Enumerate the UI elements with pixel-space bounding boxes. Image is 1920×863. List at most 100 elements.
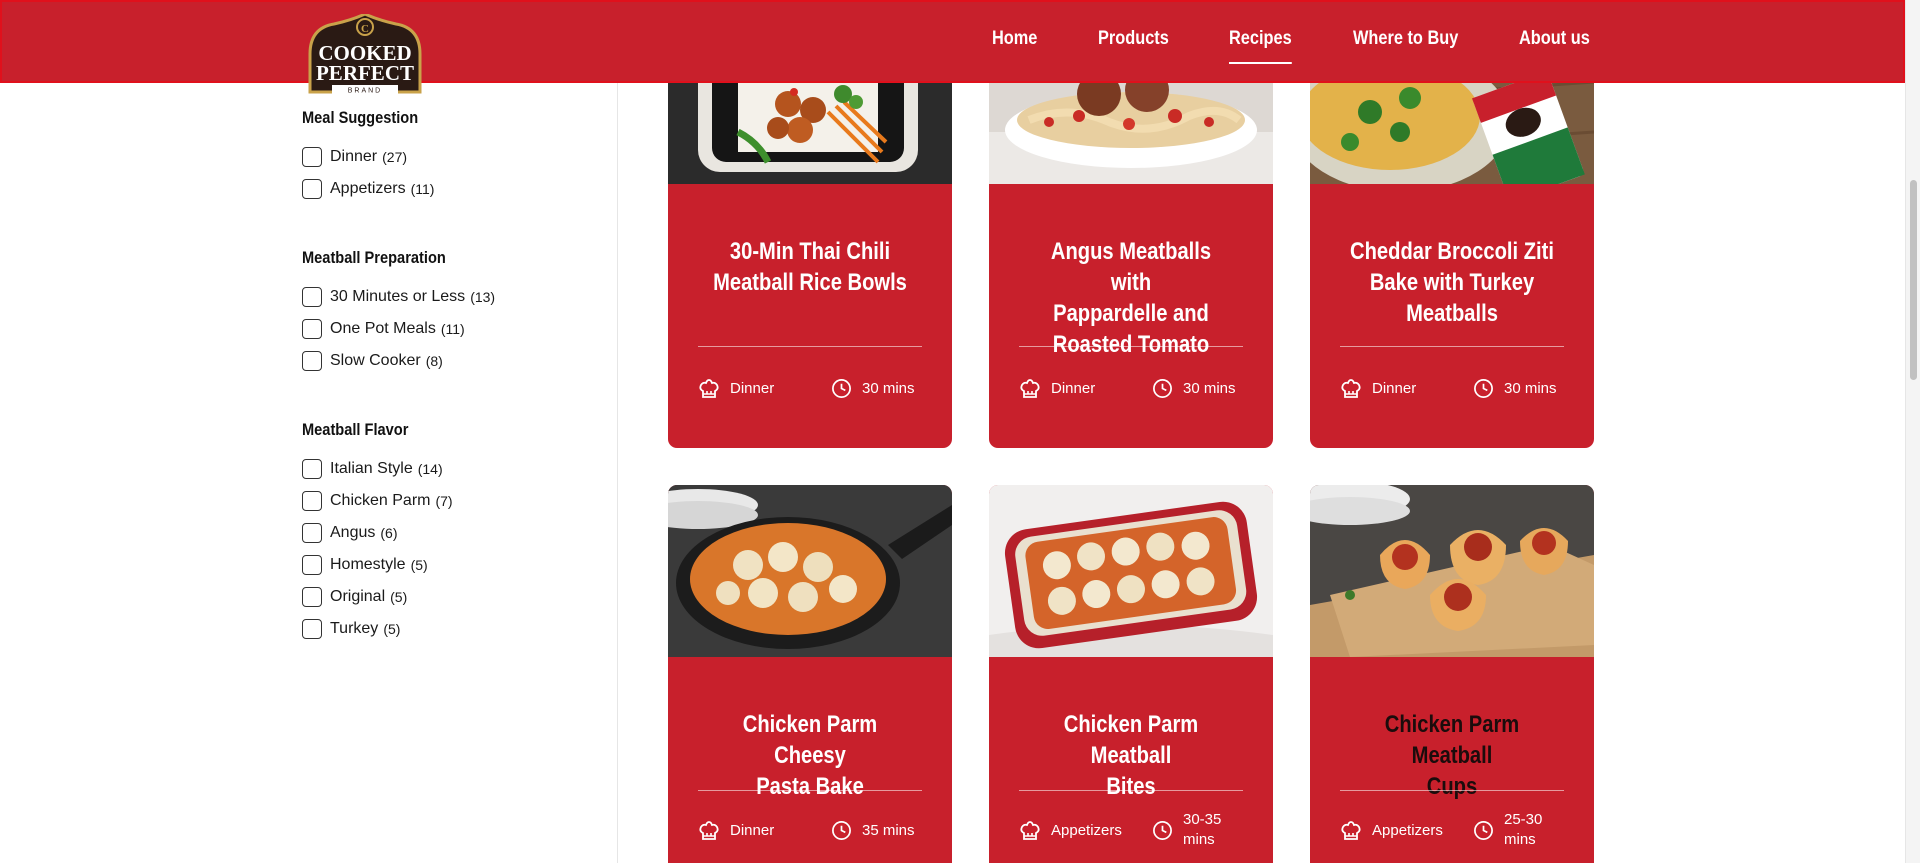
filter-option-angus[interactable]: Angus (6)	[302, 523, 398, 543]
scrollbar-thumb[interactable]	[1910, 180, 1917, 380]
filter-option-turkey[interactable]: Turkey (5)	[302, 619, 400, 639]
checkbox-icon[interactable]	[302, 147, 322, 167]
filter-option-count: (5)	[383, 621, 401, 637]
filter-option-homestyle[interactable]: Homestyle (5)	[302, 555, 428, 575]
filter-option-label: Chicken Parm	[330, 492, 431, 509]
checkbox-icon[interactable]	[302, 459, 322, 479]
checkbox-icon[interactable]	[302, 319, 322, 339]
filter-option-original[interactable]: Original (5)	[302, 587, 407, 607]
chef-hat-icon	[1341, 379, 1361, 398]
filter-title: Meatball Preparation	[302, 248, 446, 267]
filter-option-one-pot[interactable]: One Pot Meals (11)	[302, 319, 465, 339]
filter-option-label: Angus	[330, 524, 376, 541]
filter-group-meal-suggestion: Meal Suggestion	[302, 108, 437, 128]
recipe-time: 30-35 mins	[1152, 810, 1221, 850]
filter-option-slow-cooker[interactable]: Slow Cooker (8)	[302, 351, 443, 371]
filter-option-count: (13)	[470, 289, 496, 305]
filter-option-chicken-parm[interactable]: Chicken Parm (7)	[302, 491, 453, 511]
checkbox-icon[interactable]	[302, 619, 322, 639]
filter-option-label: Slow Cooker	[330, 352, 421, 369]
checkbox-icon[interactable]	[302, 491, 322, 511]
recipe-time-line: mins	[1504, 831, 1536, 848]
recipe-title[interactable]: Chicken Parm Cheesy Pasta Bake	[708, 709, 913, 802]
card-divider	[698, 346, 922, 347]
filter-option-label: 30 Minutes or Less	[330, 288, 466, 305]
recipe-title-line: 30-Min Thai Chili	[729, 238, 891, 265]
card-divider	[1019, 346, 1243, 347]
card-divider	[1019, 790, 1243, 791]
clock-icon	[1474, 379, 1493, 398]
filter-option-label: One Pot Meals	[330, 320, 436, 337]
card-divider	[1340, 346, 1564, 347]
filter-option-count: (5)	[410, 557, 428, 573]
recipe-card[interactable]: Chicken Parm Meatball Bites Appetizers 30…	[989, 485, 1273, 863]
recipe-title[interactable]: 30-Min Thai Chili Meatball Rice Bowls	[708, 236, 913, 298]
sidebar-divider	[617, 83, 618, 863]
recipe-title-line: Meatballs	[1406, 300, 1498, 327]
filter-group-meatball-flavor: Meatball Flavor	[302, 420, 426, 440]
recipe-category-label: Dinner	[730, 822, 775, 839]
filter-option-label: Homestyle	[330, 556, 406, 573]
recipe-category-label: Appetizers	[1372, 822, 1443, 839]
recipe-title-line: Bake with Turkey	[1369, 269, 1535, 296]
recipe-title-line: Chicken Parm Cheesy	[742, 711, 878, 769]
clock-icon	[832, 821, 851, 840]
nav-active-underline	[1229, 62, 1292, 64]
nav-recipes-label: Recipes	[1229, 28, 1292, 49]
nav-where-to-buy[interactable]: Where to Buy	[1353, 28, 1458, 50]
checkbox-icon[interactable]	[302, 555, 322, 575]
filter-option-label: Italian Style	[330, 460, 413, 477]
recipe-time-label: 30 mins	[1183, 379, 1236, 397]
recipe-title[interactable]: Angus Meatballs with Pappardelle and Roast…	[1029, 236, 1234, 360]
nav-home[interactable]: Home	[992, 28, 1037, 50]
recipe-photo	[668, 485, 952, 657]
filter-title: Meatball Flavor	[302, 420, 409, 439]
recipe-time: 25-30 mins	[1473, 810, 1542, 850]
recipe-time: 30 mins	[1473, 378, 1557, 399]
checkbox-icon[interactable]	[302, 523, 322, 543]
recipe-category: Appetizers	[1019, 820, 1122, 842]
recipe-time-label: 35 mins	[862, 821, 915, 839]
recipe-title[interactable]: Cheddar Broccoli Ziti Bake with Turkey Mea…	[1350, 236, 1555, 329]
filter-option-count: (27)	[382, 149, 408, 165]
filter-option-30-minutes[interactable]: 30 Minutes or Less (13)	[302, 287, 495, 307]
recipe-title-line: Pappardelle and	[1053, 300, 1209, 327]
filter-option-count: (8)	[425, 353, 443, 369]
recipe-time-label: 25-30 mins	[1504, 810, 1542, 850]
card-divider	[698, 790, 922, 791]
nav-recipes[interactable]: Recipes	[1229, 28, 1292, 64]
filter-option-italian-style[interactable]: Italian Style (14)	[302, 459, 443, 479]
clock-icon	[832, 379, 851, 398]
page-scrollbar[interactable]	[1905, 0, 1920, 863]
chef-hat-icon	[1020, 821, 1040, 840]
recipe-category: Dinner	[698, 378, 774, 400]
recipe-title-line: Chicken Parm Meatball	[1063, 711, 1199, 769]
recipe-title-line: Meatball Rice Bowls	[713, 269, 907, 296]
recipe-category-label: Dinner	[730, 380, 775, 397]
recipe-title-line: Roasted Tomato	[1052, 331, 1210, 358]
checkbox-icon[interactable]	[302, 587, 322, 607]
recipe-title-line: Chicken Parm Meatball	[1384, 711, 1520, 769]
recipe-title[interactable]: Chicken Parm Meatball Bites	[1029, 709, 1234, 802]
filter-option-count: (14)	[417, 461, 443, 477]
checkbox-icon[interactable]	[302, 351, 322, 371]
brand-logo[interactable]: C COOKED PERFECT BRAND	[302, 14, 428, 98]
recipe-title[interactable]: Chicken Parm Meatball Cups	[1350, 709, 1555, 802]
recipe-title-line: Cheddar Broccoli Ziti	[1350, 238, 1554, 265]
filter-option-dinner[interactable]: Dinner (27)	[302, 147, 407, 167]
checkbox-icon[interactable]	[302, 287, 322, 307]
filter-option-label: Dinner	[330, 148, 378, 165]
filter-group-meatball-preparation: Meatball Preparation	[302, 248, 469, 268]
recipe-title-line: Cups	[1426, 773, 1478, 800]
recipe-time-label: 30 mins	[862, 379, 915, 397]
recipe-card[interactable]: Chicken Parm Meatball Cups Appetizers 25-…	[1310, 485, 1594, 863]
recipe-card[interactable]: Chicken Parm Cheesy Pasta Bake Dinner 35 …	[668, 485, 952, 863]
recipe-time: 30 mins	[1152, 378, 1236, 399]
recipe-category: Dinner	[1019, 378, 1095, 400]
recipe-title-line: Bites	[1106, 773, 1156, 800]
nav-products[interactable]: Products	[1098, 28, 1169, 50]
checkbox-icon[interactable]	[302, 179, 322, 199]
filter-option-appetizers[interactable]: Appetizers (11)	[302, 179, 434, 199]
nav-about-us[interactable]: About us	[1519, 28, 1590, 50]
clock-icon	[1474, 820, 1493, 840]
